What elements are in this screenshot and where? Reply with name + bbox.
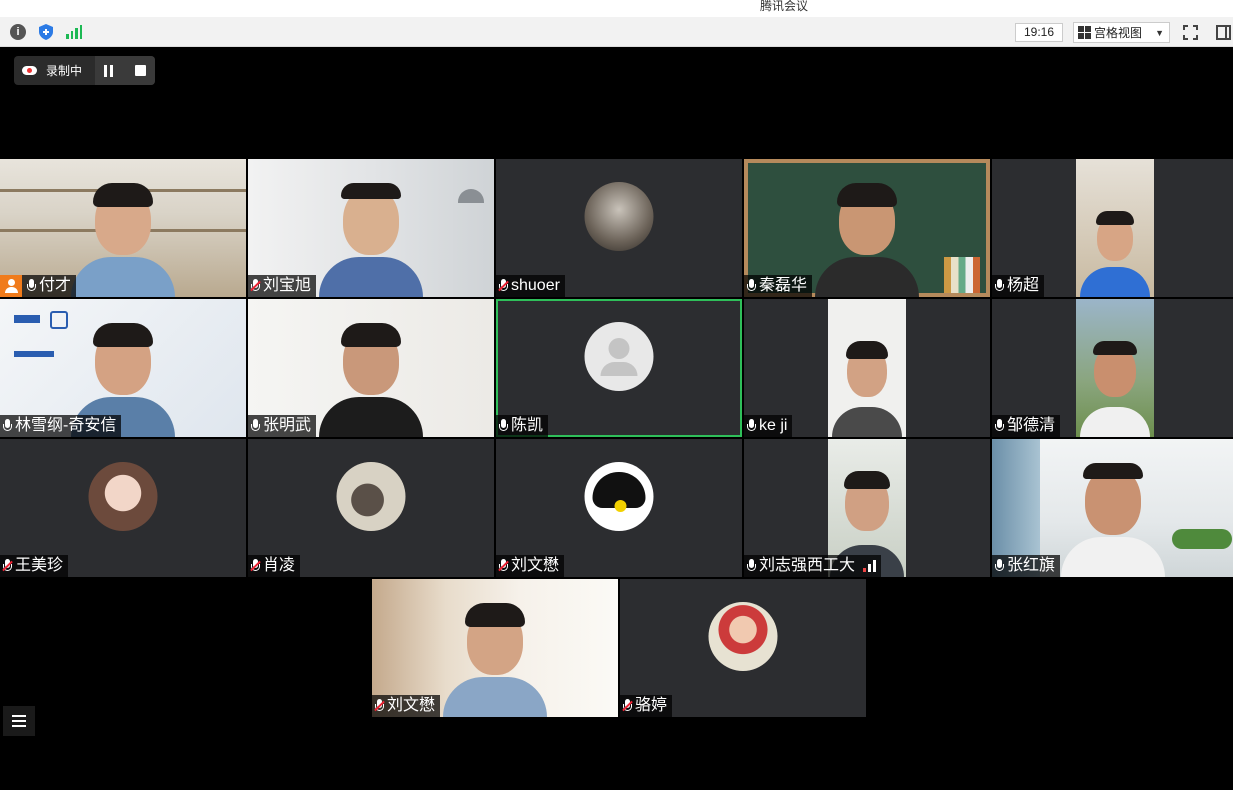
participant-name: 张明武 <box>263 417 312 434</box>
microphone-muted-icon <box>622 699 633 713</box>
participant-video <box>1076 159 1154 297</box>
chevron-down-icon: ▼ <box>1155 27 1164 38</box>
microphone-icon <box>26 279 36 293</box>
participant-name: 刘文懋 <box>511 557 560 574</box>
participant-video <box>1076 299 1154 437</box>
participant-name-tag: 张红旗 <box>992 555 1061 577</box>
participant-name: 付才 <box>39 277 72 294</box>
participant-avatar <box>336 462 406 531</box>
microphone-icon <box>2 419 12 433</box>
title-bar: 腾讯会议 <box>0 0 1233 17</box>
grid-view-icon <box>1078 26 1091 39</box>
participant-name-tag: 张明武 <box>248 415 317 437</box>
info-icon[interactable]: i <box>10 24 26 40</box>
video-tile[interactable]: 刘志强西工大 <box>744 439 990 577</box>
signal-icon[interactable] <box>66 24 82 40</box>
participant-name-tag: 肖凌 <box>248 555 301 577</box>
stop-icon[interactable] <box>134 65 146 76</box>
video-tile[interactable]: 王美珍 <box>0 439 246 577</box>
video-tile[interactable]: 邹德清 <box>992 299 1233 437</box>
participant-name-tag: 杨超 <box>992 275 1045 297</box>
microphone-icon <box>994 279 1004 293</box>
microphone-muted-icon <box>2 559 13 573</box>
pause-icon[interactable] <box>104 64 116 77</box>
participant-name: 张红旗 <box>1007 557 1056 574</box>
participant-name-tag: 邹德清 <box>992 415 1061 437</box>
participant-avatar <box>584 462 654 531</box>
participant-name: 肖凌 <box>263 557 296 574</box>
recording-indicator: 录制中 <box>14 56 155 85</box>
video-tile[interactable]: 刘文懋 <box>496 439 742 577</box>
video-tile-active-speaker[interactable]: 陈凯 <box>496 299 742 437</box>
participant-name-tag: 付才 <box>0 275 77 297</box>
microphone-icon <box>498 419 508 433</box>
weak-network-icon <box>863 560 877 572</box>
video-tile[interactable]: 骆婷 <box>620 579 866 717</box>
participant-name: 刘志强西工大 <box>759 557 856 574</box>
participant-name: ke ji <box>759 417 788 434</box>
participant-name-tag: 刘宝旭 <box>248 275 317 297</box>
microphone-muted-icon <box>374 699 385 713</box>
participant-name-tag: 刘文懋 <box>496 555 565 577</box>
video-tile[interactable]: 肖凌 <box>248 439 494 577</box>
video-tile[interactable]: 刘文懋 <box>372 579 618 717</box>
participant-name-tag: ke ji <box>744 415 793 437</box>
microphone-icon <box>746 279 756 293</box>
participant-avatar <box>708 602 778 671</box>
microphone-muted-icon <box>250 279 261 293</box>
participant-name-tag: 陈凯 <box>496 415 549 437</box>
participant-name: 林雪纲-奇安信 <box>15 417 117 434</box>
video-tile[interactable]: 张明武 <box>248 299 494 437</box>
meeting-timer: 19:16 <box>1015 23 1063 42</box>
microphone-muted-icon <box>498 279 509 293</box>
video-tile[interactable]: 秦磊华 <box>744 159 990 297</box>
recording-label: 录制中 <box>46 64 83 78</box>
video-tile[interactable]: 付才 <box>0 159 246 297</box>
host-badge-icon <box>0 275 22 297</box>
participant-name-tag: 刘文懋 <box>372 695 441 717</box>
cloud-record-icon <box>22 66 37 75</box>
microphone-icon <box>994 559 1004 573</box>
participant-name: shuoer <box>511 277 560 294</box>
shield-icon[interactable] <box>38 24 54 40</box>
video-tile[interactable]: shuoer <box>496 159 742 297</box>
participant-video <box>828 299 906 437</box>
participant-avatar <box>88 462 158 531</box>
microphone-muted-icon <box>498 559 509 573</box>
microphone-muted-icon <box>250 559 261 573</box>
participant-name: 邹德清 <box>1007 417 1056 434</box>
video-tile[interactable]: 林雪纲-奇安信 <box>0 299 246 437</box>
participant-avatar <box>584 182 654 251</box>
participant-name: 秦磊华 <box>759 277 808 294</box>
participant-avatar <box>584 322 654 391</box>
participant-name: 骆婷 <box>635 697 668 714</box>
participant-name-tag: 林雪纲-奇安信 <box>0 415 122 437</box>
participant-list-icon[interactable] <box>3 706 35 736</box>
recording-controls <box>95 56 155 85</box>
participant-name-tag: 王美珍 <box>0 555 69 577</box>
microphone-icon <box>746 559 756 573</box>
participant-name-tag: 秦磊华 <box>744 275 813 297</box>
meeting-toolbar: i 19:16 宫格视图 ▼ <box>0 17 1233 47</box>
participant-name-tag: shuoer <box>496 275 565 297</box>
participant-name-tag: 骆婷 <box>620 695 673 717</box>
view-mode-label: 宫格视图 <box>1094 26 1143 40</box>
microphone-icon <box>994 419 1004 433</box>
video-tile[interactable]: 杨超 <box>992 159 1233 297</box>
participant-name: 王美珍 <box>15 557 64 574</box>
microphone-icon <box>250 419 260 433</box>
window-title: 腾讯会议 <box>760 0 809 13</box>
microphone-icon <box>746 419 756 433</box>
participant-name: 杨超 <box>1007 277 1040 294</box>
video-tile[interactable]: ke ji <box>744 299 990 437</box>
sidebar-toggle-icon[interactable] <box>1216 25 1231 40</box>
participant-name: 陈凯 <box>511 417 544 434</box>
participant-name: 刘文懋 <box>387 697 436 714</box>
video-tile[interactable]: 张红旗 <box>992 439 1233 577</box>
participant-name: 刘宝旭 <box>263 277 312 294</box>
participant-name-tag: 刘志强西工大 <box>744 555 882 577</box>
video-tile[interactable]: 刘宝旭 <box>248 159 494 297</box>
view-mode-dropdown[interactable]: 宫格视图 ▼ <box>1073 22 1170 43</box>
fullscreen-icon[interactable] <box>1183 25 1198 40</box>
